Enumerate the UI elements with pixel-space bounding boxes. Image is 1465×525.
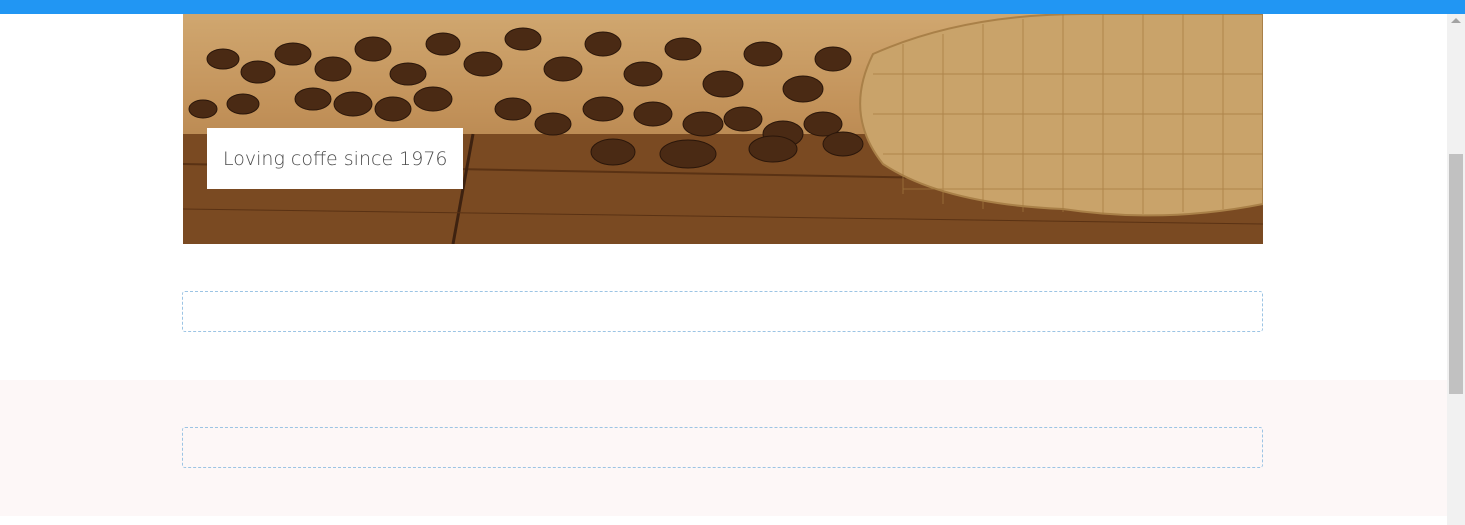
empty-drop-zone-1[interactable] [182, 291, 1263, 332]
hero-caption: Loving coffe since 1976 [207, 128, 463, 189]
scrollbar-thumb[interactable] [1449, 154, 1463, 394]
scroll-up-arrow-icon[interactable] [1451, 18, 1461, 23]
hero-image: Loving coffe since 1976 [183, 14, 1263, 244]
empty-drop-zone-2[interactable] [182, 427, 1263, 468]
page-content: Loving coffe since 1976 [0, 14, 1447, 525]
top-accent-bar [0, 0, 1465, 14]
